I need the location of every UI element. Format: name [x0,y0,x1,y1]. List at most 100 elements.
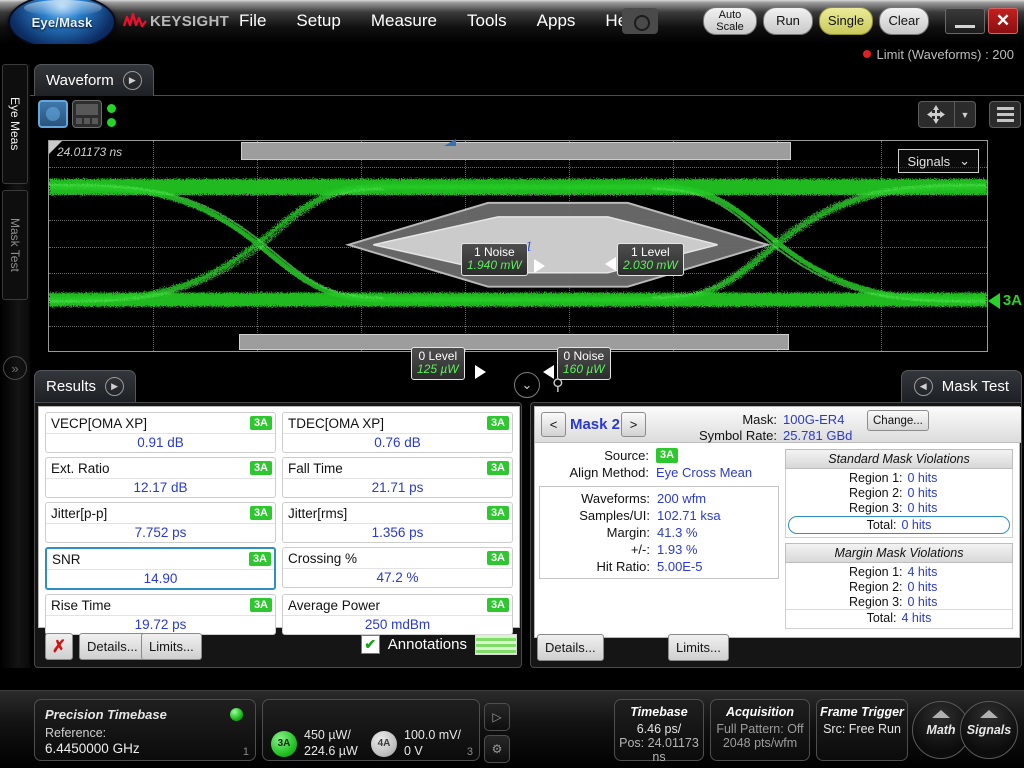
mask-align-value: Eye Cross Mean [656,465,752,480]
sidebar-expand-icon[interactable]: » [3,356,27,380]
mask-stat-row: Margin: 41.3 % [540,524,778,541]
limit-status-dot-icon [863,50,871,58]
mask-stat-row: Waveforms: 200 wfm [540,490,778,507]
measurement-snr[interactable]: SNR 3A 14.90 [45,547,276,590]
auto-scale-button[interactable]: Auto Scale [703,7,757,35]
tab-results[interactable]: Results ▶ [34,370,136,402]
close-button[interactable]: ✕ [988,8,1018,34]
measurement-source-badge: 3A [487,551,509,566]
mask-test-prev-icon[interactable]: ◀ [914,377,933,396]
results-details-button[interactable]: Details... [79,633,146,660]
mask-prev-button[interactable]: < [541,412,566,437]
marker-1-level[interactable]: 1 Level 2.030 mW [617,243,684,276]
waveform-status-dot-2-icon [107,118,116,127]
measurement-jitter-pp[interactable]: Jitter[p-p] 3A 7.752 ps [45,502,276,543]
graticule-timestamp: 24.01173 ns [57,145,122,159]
sidebar-item-mask-test[interactable]: Mask Test [2,190,28,300]
menu-item-measure[interactable]: Measure [368,10,440,32]
mask-test-info: Source: 3A Align Method: Eye Cross Mean … [539,447,779,579]
signals-button[interactable]: Signals [960,701,1018,759]
precision-timebase-led-icon [230,708,243,721]
run-button[interactable]: Run [763,7,813,35]
pan-dropdown-caret-icon[interactable]: ▼ [954,101,976,128]
measurement-rise-time[interactable]: Rise Time 3A 19.72 ps [45,594,276,635]
channel-4a[interactable]: 4A 100.0 mV/ 0 V [371,728,461,759]
measurement-cell: Fall Time 3A 21.71 ps [279,455,516,500]
gear-icon[interactable]: ⚙ [484,735,510,763]
measurement-name: SNR [52,552,81,567]
sidebar-item-eye-meas[interactable]: Eye Meas [2,64,28,184]
violation-row: Region 2: 0 hits [786,485,1012,500]
standard-violations-total: Total: 0 hits [788,516,1010,534]
marker-1-noise[interactable]: 1 Noise 1.940 mW [461,243,528,276]
timebase-position: Pos: 24.01173 ns [615,736,703,764]
screenshot-camera-icon[interactable] [622,8,658,34]
single-button[interactable]: Single [819,7,873,35]
mask-next-button[interactable]: > [621,412,646,437]
mask-limits-button[interactable]: Limits... [668,634,729,661]
symbol-rate-value: 25.781 GBd [783,428,852,443]
waveform-status-dot-1-icon [107,104,116,113]
results-limits-button[interactable]: Limits... [141,633,202,660]
marker-0-level[interactable]: 0 Level 125 µW [411,347,465,380]
menu-item-tools[interactable]: Tools [464,10,510,32]
violation-row: Region 1: 0 hits [786,470,1012,485]
panel-collapse-icon[interactable]: ⌄ [514,372,540,398]
annotations-color-swatch[interactable] [475,634,517,655]
measurement-tdec-oma-xp[interactable]: TDEC[OMA XP] 3A 0.76 dB [282,412,513,453]
measurement-ext-ratio[interactable]: Ext. Ratio 3A 12.17 dB [45,457,276,498]
top-scroll-strip[interactable] [241,142,791,160]
signals-dropdown[interactable]: Signals ⌄ [898,149,979,173]
marker-1-level-value: 2.030 mW [623,259,678,273]
violation-row: Region 1: 4 hits [786,564,1012,579]
measurement-jitter-rms[interactable]: Jitter[rms] 3A 1.356 ps [282,502,513,543]
menu-item-file[interactable]: File [236,10,269,32]
view-mode-grid-icon[interactable] [72,100,102,128]
mask-test-header: < Mask 2 > Mask: 100G-ER4 Symbol Rate: 2… [535,407,1021,443]
measurement-average-power[interactable]: Average Power 3A 250 mdBm [282,594,513,635]
acquisition-full-pattern: Full Pattern: Off [711,722,809,736]
minimize-button[interactable] [945,8,985,34]
measurement-crossing-percent[interactable]: Crossing % 3A 47.2 % [282,547,513,588]
violation-region-label: Region 3: [839,501,903,515]
mask-test-content: < Mask 2 > Mask: 100G-ER4 Symbol Rate: 2… [534,406,1020,638]
pan-move-icon[interactable] [918,101,954,128]
tab-waveform[interactable]: Waveform ▶ [34,64,154,96]
mask-change-button[interactable]: Change... [867,410,929,431]
standard-total-value: 0 hits [902,518,932,532]
measurement-vecp-oma-xp[interactable]: VECP[OMA XP] 3A 0.91 dB [45,412,276,453]
frame-trigger-card[interactable]: Frame Trigger Src: Free Run [816,699,908,761]
marker-0-noise[interactable]: 0 Noise 160 µW [557,347,611,380]
waveform-tab-underline [30,95,1024,96]
bottom-scroll-strip[interactable] [239,334,789,350]
results-play-icon[interactable]: ▶ [105,377,124,396]
clear-button[interactable]: Clear [879,7,929,35]
symbol-rate-label: Symbol Rate: [685,428,777,443]
mask-details-button[interactable]: Details... [537,634,604,661]
marker-1-level-arrow-icon [605,257,616,271]
measurement-name: Jitter[p-p] [51,506,107,521]
mode-badge-eye-mask[interactable]: Eye/Mask [8,0,116,50]
margin-mask-violations: Margin Mask Violations Region 1: 4 hits … [785,543,1013,629]
measurement-name: TDEC[OMA XP] [288,416,384,431]
waveform-menu-icon[interactable] [989,101,1021,128]
menu-item-setup[interactable]: Setup [293,10,343,32]
timebase-card[interactable]: Timebase 6.46 ps/ Pos: 24.01173 ns [614,699,704,761]
mask-name-row: Mask: 100G-ER4 [685,412,844,427]
channel-4a-offset: 0 V [404,744,461,760]
channel-next-icon[interactable]: ▷ [484,703,510,731]
results-close-button[interactable]: ✗ [45,633,73,660]
tab-mask-test[interactable]: ◀ Mask Test [901,370,1022,402]
precision-timebase-card[interactable]: Precision Timebase Reference: 6.4450000 … [34,699,256,761]
measurement-fall-time[interactable]: Fall Time 3A 21.71 ps [282,457,513,498]
view-mode-eye-icon[interactable] [38,100,68,128]
acquisition-card[interactable]: Acquisition Full Pattern: Off 2048 pts/w… [710,699,810,761]
annotations-checkbox[interactable]: ✔ [361,635,380,654]
waveform-play-icon[interactable]: ▶ [123,71,142,90]
measurement-source-badge: 3A [487,461,509,476]
frame-trigger-source: Src: Free Run [817,722,907,736]
channel-3a[interactable]: 3A 450 µW/ 224.6 µW [271,728,358,759]
menu-item-apps[interactable]: Apps [534,10,579,32]
mask-stat-value: 1.93 % [657,542,697,557]
waveform-graticule[interactable]: 1 24.01173 ns Signals ⌄ 1 Noise 1.940 mW… [48,140,988,352]
